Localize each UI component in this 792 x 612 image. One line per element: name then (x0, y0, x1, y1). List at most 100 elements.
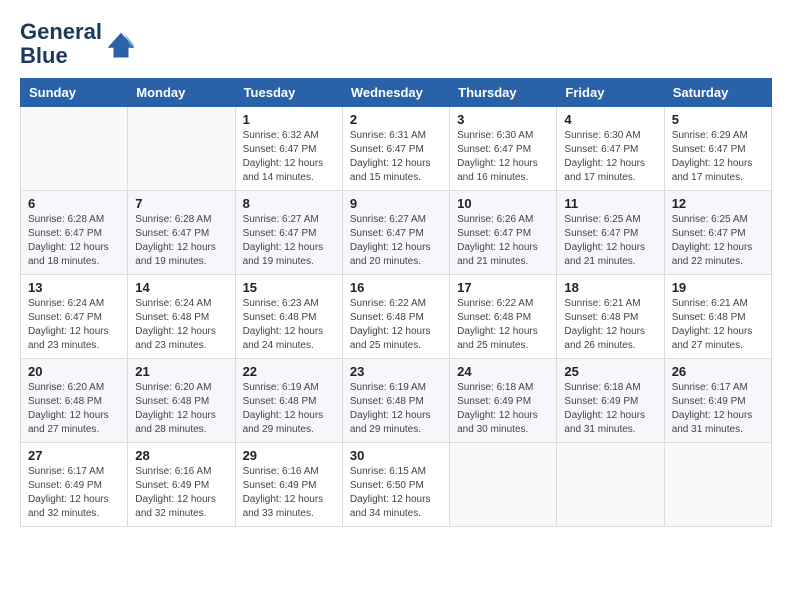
calendar-cell: 4 Sunrise: 6:30 AMSunset: 6:47 PMDaylight… (557, 107, 664, 191)
calendar-week-row: 13 Sunrise: 6:24 AMSunset: 6:47 PMDayligh… (21, 275, 772, 359)
calendar-cell: 10 Sunrise: 6:26 AMSunset: 6:47 PMDayligh… (450, 191, 557, 275)
day-number: 7 (135, 196, 227, 211)
calendar-cell: 20 Sunrise: 6:20 AMSunset: 6:48 PMDayligh… (21, 359, 128, 443)
day-info: Sunrise: 6:30 AMSunset: 6:47 PMDaylight:… (564, 129, 656, 185)
calendar-cell: 25 Sunrise: 6:18 AMSunset: 6:49 PMDayligh… (557, 359, 664, 443)
day-info: Sunrise: 6:28 AMSunset: 6:47 PMDaylight:… (135, 213, 227, 269)
day-number: 28 (135, 448, 227, 463)
day-info: Sunrise: 6:22 AMSunset: 6:48 PMDaylight:… (350, 297, 442, 353)
day-number: 4 (564, 112, 656, 127)
day-number: 14 (135, 280, 227, 295)
calendar-cell: 16Sunrise: 6:22 AMSunset: 6:48 PMDayligh… (342, 275, 449, 359)
calendar-week-row: 27 Sunrise: 6:17 AMSunset: 6:49 PMDayligh… (21, 443, 772, 527)
day-number: 13 (28, 280, 120, 295)
calendar-cell: 30 Sunrise: 6:15 AMSunset: 6:50 PMDayligh… (342, 443, 449, 527)
calendar-header-friday: Friday (557, 79, 664, 107)
day-info: Sunrise: 6:23 AMSunset: 6:48 PMDaylight:… (243, 297, 335, 353)
calendar-week-row: 1Sunrise: 6:32 AMSunset: 6:47 PMDaylight… (21, 107, 772, 191)
calendar-cell: 29 Sunrise: 6:16 AMSunset: 6:49 PMDayligh… (235, 443, 342, 527)
day-number: 25 (564, 364, 656, 379)
calendar-cell: 2 Sunrise: 6:31 AMSunset: 6:47 PMDaylight… (342, 107, 449, 191)
day-info: Sunrise: 6:24 AMSunset: 6:47 PMDaylight:… (28, 297, 120, 353)
logo-text: GeneralBlue (20, 20, 102, 68)
calendar-week-row: 20 Sunrise: 6:20 AMSunset: 6:48 PMDayligh… (21, 359, 772, 443)
day-number: 20 (28, 364, 120, 379)
calendar-cell: 18 Sunrise: 6:21 AMSunset: 6:48 PMDayligh… (557, 275, 664, 359)
day-number: 21 (135, 364, 227, 379)
calendar-header-thursday: Thursday (450, 79, 557, 107)
day-number: 3 (457, 112, 549, 127)
day-info: Sunrise: 6:21 AMSunset: 6:48 PMDaylight:… (564, 297, 656, 353)
day-number: 30 (350, 448, 442, 463)
calendar-header-monday: Monday (128, 79, 235, 107)
calendar-cell: 11 Sunrise: 6:25 AMSunset: 6:47 PMDayligh… (557, 191, 664, 275)
day-number: 26 (672, 364, 764, 379)
calendar-cell: 9 Sunrise: 6:27 AMSunset: 6:47 PMDaylight… (342, 191, 449, 275)
page-header: GeneralBlue (20, 20, 772, 68)
calendar-cell: 6Sunrise: 6:28 AMSunset: 6:47 PMDaylight… (21, 191, 128, 275)
day-number: 18 (564, 280, 656, 295)
calendar-cell: 3 Sunrise: 6:30 AMSunset: 6:47 PMDaylight… (450, 107, 557, 191)
calendar-header-sunday: Sunday (21, 79, 128, 107)
day-number: 12 (672, 196, 764, 211)
calendar-cell (557, 443, 664, 527)
calendar-cell: 15Sunrise: 6:23 AMSunset: 6:48 PMDayligh… (235, 275, 342, 359)
day-number: 23 (350, 364, 442, 379)
day-info: Sunrise: 6:15 AMSunset: 6:50 PMDaylight:… (350, 465, 442, 521)
day-number: 2 (350, 112, 442, 127)
calendar-cell: 24 Sunrise: 6:18 AMSunset: 6:49 PMDayligh… (450, 359, 557, 443)
day-number: 17 (457, 280, 549, 295)
day-info: Sunrise: 6:18 AMSunset: 6:49 PMDaylight:… (457, 381, 549, 437)
calendar-cell: 1Sunrise: 6:32 AMSunset: 6:47 PMDaylight… (235, 107, 342, 191)
calendar-cell: 14Sunrise: 6:24 AMSunset: 6:48 PMDayligh… (128, 275, 235, 359)
day-info: Sunrise: 6:22 AMSunset: 6:48 PMDaylight:… (457, 297, 549, 353)
day-info: Sunrise: 6:31 AMSunset: 6:47 PMDaylight:… (350, 129, 442, 185)
day-info: Sunrise: 6:25 AMSunset: 6:47 PMDaylight:… (672, 213, 764, 269)
calendar-cell: 17 Sunrise: 6:22 AMSunset: 6:48 PMDayligh… (450, 275, 557, 359)
calendar-header-wednesday: Wednesday (342, 79, 449, 107)
calendar-cell: 27 Sunrise: 6:17 AMSunset: 6:49 PMDayligh… (21, 443, 128, 527)
day-info: Sunrise: 6:19 AMSunset: 6:48 PMDaylight:… (350, 381, 442, 437)
day-number: 10 (457, 196, 549, 211)
day-info: Sunrise: 6:20 AMSunset: 6:48 PMDaylight:… (28, 381, 120, 437)
logo-icon (106, 29, 136, 59)
logo: GeneralBlue (20, 20, 136, 68)
day-number: 9 (350, 196, 442, 211)
calendar-cell (21, 107, 128, 191)
day-number: 19 (672, 280, 764, 295)
calendar-week-row: 6Sunrise: 6:28 AMSunset: 6:47 PMDaylight… (21, 191, 772, 275)
day-number: 24 (457, 364, 549, 379)
day-number: 1 (243, 112, 335, 127)
calendar-cell (664, 443, 771, 527)
day-number: 11 (564, 196, 656, 211)
calendar-cell: 28 Sunrise: 6:16 AMSunset: 6:49 PMDayligh… (128, 443, 235, 527)
calendar-cell (450, 443, 557, 527)
calendar-cell: 8Sunrise: 6:27 AMSunset: 6:47 PMDaylight… (235, 191, 342, 275)
day-info: Sunrise: 6:28 AMSunset: 6:47 PMDaylight:… (28, 213, 120, 269)
calendar-header-row: SundayMondayTuesdayWednesdayThursdayFrid… (21, 79, 772, 107)
day-info: Sunrise: 6:19 AMSunset: 6:48 PMDaylight:… (243, 381, 335, 437)
calendar-cell: 23 Sunrise: 6:19 AMSunset: 6:48 PMDayligh… (342, 359, 449, 443)
day-info: Sunrise: 6:17 AMSunset: 6:49 PMDaylight:… (28, 465, 120, 521)
day-number: 27 (28, 448, 120, 463)
day-info: Sunrise: 6:17 AMSunset: 6:49 PMDaylight:… (672, 381, 764, 437)
day-info: Sunrise: 6:30 AMSunset: 6:47 PMDaylight:… (457, 129, 549, 185)
day-info: Sunrise: 6:25 AMSunset: 6:47 PMDaylight:… (564, 213, 656, 269)
calendar-cell (128, 107, 235, 191)
calendar-table: SundayMondayTuesdayWednesdayThursdayFrid… (20, 78, 772, 527)
calendar-cell: 12 Sunrise: 6:25 AMSunset: 6:47 PMDayligh… (664, 191, 771, 275)
day-number: 29 (243, 448, 335, 463)
day-info: Sunrise: 6:21 AMSunset: 6:48 PMDaylight:… (672, 297, 764, 353)
day-info: Sunrise: 6:27 AMSunset: 6:47 PMDaylight:… (243, 213, 335, 269)
day-number: 5 (672, 112, 764, 127)
day-number: 22 (243, 364, 335, 379)
day-info: Sunrise: 6:27 AMSunset: 6:47 PMDaylight:… (350, 213, 442, 269)
calendar-cell: 26 Sunrise: 6:17 AMSunset: 6:49 PMDayligh… (664, 359, 771, 443)
day-info: Sunrise: 6:26 AMSunset: 6:47 PMDaylight:… (457, 213, 549, 269)
calendar-cell: 7 Sunrise: 6:28 AMSunset: 6:47 PMDaylight… (128, 191, 235, 275)
calendar-cell: 19 Sunrise: 6:21 AMSunset: 6:48 PMDayligh… (664, 275, 771, 359)
day-info: Sunrise: 6:18 AMSunset: 6:49 PMDaylight:… (564, 381, 656, 437)
day-info: Sunrise: 6:16 AMSunset: 6:49 PMDaylight:… (135, 465, 227, 521)
calendar-cell: 13 Sunrise: 6:24 AMSunset: 6:47 PMDayligh… (21, 275, 128, 359)
day-info: Sunrise: 6:16 AMSunset: 6:49 PMDaylight:… (243, 465, 335, 521)
